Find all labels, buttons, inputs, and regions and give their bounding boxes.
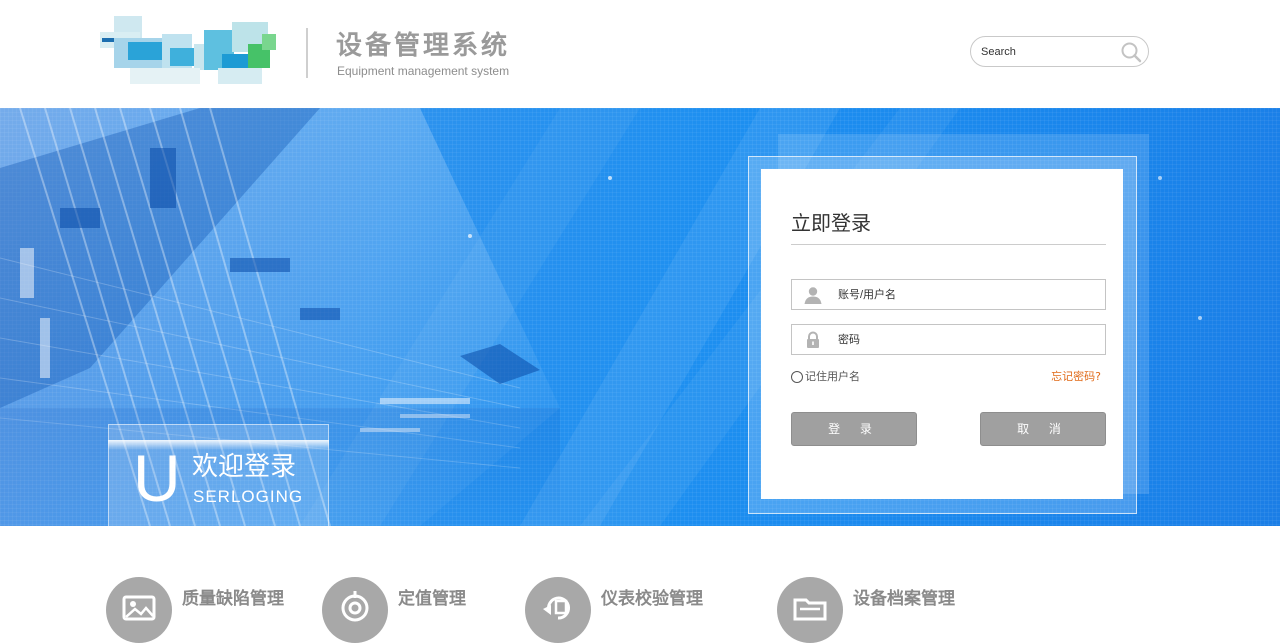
image-icon: [106, 577, 172, 643]
welcome-letter: U: [133, 441, 181, 515]
username-field[interactable]: [791, 279, 1106, 310]
login-panel: 立即登录 记住用户名 忘记密码? 登 录 取 消: [761, 169, 1123, 499]
target-icon: [322, 577, 388, 643]
login-button[interactable]: 登 录: [791, 412, 917, 446]
module-label[interactable]: 设备档案管理: [853, 588, 955, 610]
remember-label[interactable]: 记住用户名: [805, 370, 860, 384]
folder-icon: [777, 577, 843, 643]
remember-radio[interactable]: [791, 371, 803, 383]
module-label[interactable]: 仪表校验管理: [601, 588, 703, 610]
search-input[interactable]: [981, 43, 1111, 61]
module-label[interactable]: 质量缺陷管理: [182, 588, 284, 610]
welcome-subtitle: SERLOGING: [193, 487, 304, 506]
module-label[interactable]: 定值管理: [398, 588, 466, 610]
search-icon[interactable]: [1120, 41, 1142, 63]
lock-icon: [807, 331, 819, 348]
refresh-icon: [525, 577, 591, 643]
cancel-button[interactable]: 取 消: [980, 412, 1106, 446]
app-subtitle: Equipment management system: [337, 64, 510, 78]
module-bar: 质量缺陷管理 定值管理 仪表校验管理 设备档案管理: [0, 526, 1280, 643]
header-separator: [306, 28, 308, 78]
welcome-card-shadow: [108, 440, 329, 450]
login-title: 立即登录: [791, 211, 871, 235]
welcome-title: 欢迎登录: [192, 452, 297, 482]
login-divider: [791, 244, 1106, 245]
username-input[interactable]: [838, 286, 1088, 304]
forgot-password-link[interactable]: 忘记密码?: [1051, 370, 1101, 384]
user-icon: [804, 287, 822, 304]
app-title: 设备管理系统: [336, 31, 511, 61]
logo[interactable]: [100, 14, 288, 86]
password-field[interactable]: [791, 324, 1106, 355]
password-input[interactable]: [838, 331, 1088, 349]
search-box[interactable]: [970, 36, 1149, 67]
header: 设备管理系统 Equipment management system: [0, 0, 1280, 108]
